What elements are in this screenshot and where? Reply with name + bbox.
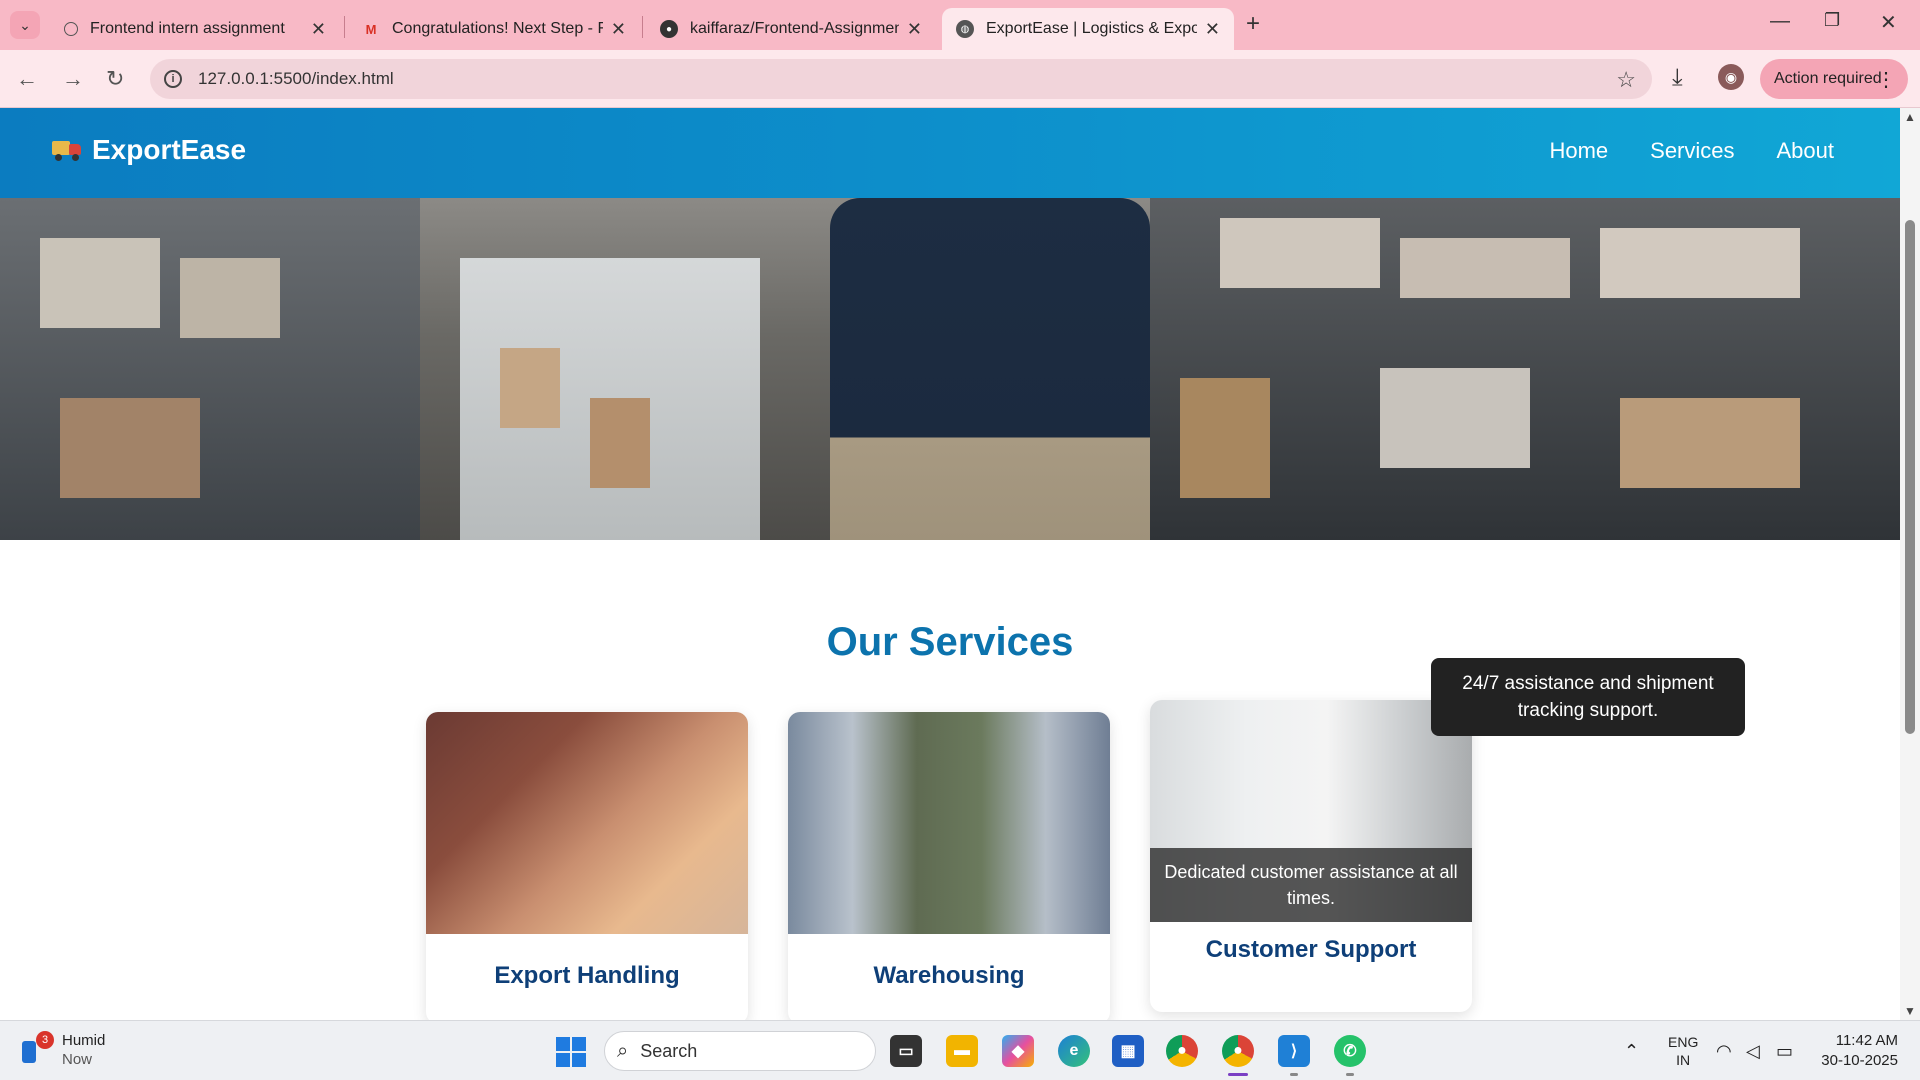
lang-bottom: IN [1676,1052,1691,1068]
chrome-profile-icon[interactable]: ● [1222,1035,1254,1067]
github-icon: ● [660,20,678,38]
taskbar-search-box[interactable]: ⌕ Search [604,1031,876,1071]
browser-tab-bar: ⌄ Frontend intern assignment ✕ M Congrat… [0,0,1920,50]
nav-home-link[interactable]: Home [1549,138,1608,164]
page-scrollbar[interactable]: ▲ ▼ [1900,108,1920,1020]
copilot-icon[interactable]: ◆ [1002,1035,1034,1067]
close-icon[interactable]: ✕ [611,19,626,40]
tab-separator [344,16,345,38]
bookmark-star-icon[interactable]: ☆ [1616,67,1636,93]
clock-time: 11:42 AM [1835,1032,1898,1049]
card-hover-overlay: Dedicated customer assistance at all tim… [1150,848,1472,922]
file-explorer-icon[interactable]: ▬ [946,1035,978,1067]
cargo-ship-image [426,712,748,934]
weather-label: Humid [62,1032,106,1049]
active-app-indicator [1228,1073,1248,1076]
volume-icon[interactable]: ◁ [1746,1041,1760,1062]
browser-toolbar: ← → ↻ i 127.0.0.1:5500/index.html ☆ ⤓ ◉ … [0,50,1920,108]
site-header: ExportEase Home Services About [0,108,1900,198]
card-title: Warehousing [873,962,1025,989]
truck-icon [52,139,82,161]
chatgpt-icon [64,22,78,36]
service-tooltip: 24/7 assistance and shipment tracking su… [1431,658,1745,736]
profile-avatar-icon[interactable]: ◉ [1718,64,1744,90]
warehouse-worker-image [788,712,1110,934]
scroll-down-icon[interactable]: ▼ [1904,1004,1916,1018]
app-indicator [1346,1073,1354,1076]
menu-dots-icon[interactable]: ⋮ [1876,67,1896,92]
address-bar[interactable]: i 127.0.0.1:5500/index.html ☆ [150,59,1652,99]
scroll-up-icon[interactable]: ▲ [1904,110,1916,124]
minimize-icon[interactable]: — [1770,10,1790,33]
nav-services-link[interactable]: Services [1650,138,1734,164]
tab-frontend-intern[interactable]: Frontend intern assignment ✕ [50,8,340,50]
card-title: Customer Support [1205,936,1417,963]
chevron-up-icon[interactable]: ⌃ [1624,1041,1639,1062]
weather-icon: 3 [22,1031,54,1065]
close-icon[interactable]: ✕ [907,19,922,40]
scrollbar-thumb[interactable] [1905,220,1915,734]
action-required-label: Action required [1774,70,1882,87]
tab-title: ExportEase | Logistics & Export [986,20,1197,37]
site-nav: Home Services About [1549,138,1834,164]
battery-icon[interactable]: ▭ [1776,1041,1793,1062]
windows-taskbar: 3 Humid Now ⌕ Search ▭ ▬ ◆ e ▦ ● ● ⟩ ✆ ⌃… [0,1020,1920,1080]
notification-badge: 3 [36,1031,54,1049]
gmail-icon: M [365,21,377,37]
service-card-support[interactable]: Dedicated customer assistance at all tim… [1150,700,1472,1012]
whatsapp-icon[interactable]: ✆ [1334,1035,1366,1067]
forward-icon[interactable]: → [62,66,84,92]
reload-icon[interactable]: ↻ [106,66,124,92]
site-info-icon[interactable]: i [164,70,182,88]
close-icon[interactable]: ✕ [311,19,326,40]
search-placeholder: Search [640,1040,698,1061]
system-clock[interactable]: 11:42 AM 30-10-2025 [1818,1031,1898,1071]
close-window-icon[interactable]: ✕ [1880,10,1897,35]
search-icon: ⌕ [617,1039,629,1062]
windows-start-icon[interactable] [556,1037,586,1067]
vscode-icon[interactable]: ⟩ [1278,1035,1310,1067]
tab-separator [642,16,643,38]
action-required-button[interactable]: Action required ⋮ [1760,59,1908,99]
new-tab-button[interactable]: + [1246,10,1260,38]
microsoft-store-icon[interactable]: ▦ [1112,1035,1144,1067]
tab-gmail[interactable]: M Congratulations! Next Step - Fr ✕ [348,8,640,50]
restore-icon[interactable]: ❐ [1824,10,1840,31]
close-icon[interactable]: ✕ [1205,19,1220,40]
tab-title: Frontend intern assignment [90,20,285,37]
tab-title: Congratulations! Next Step - Fr [392,20,603,37]
card-title: Export Handling [494,962,680,989]
hero-warehouse-image [0,198,1900,540]
service-card-export[interactable]: Export Handling [426,712,748,1020]
tab-title: kaiffaraz/Frontend-Assignment [690,20,899,37]
site-logo[interactable]: ExportEase [52,134,246,166]
weather-widget[interactable]: 3 Humid Now [22,1031,105,1069]
edge-icon[interactable]: e [1058,1035,1090,1067]
service-card-warehousing[interactable]: Warehousing [788,712,1110,1020]
task-view-icon[interactable]: ▭ [890,1035,922,1067]
back-icon[interactable]: ← [16,66,38,92]
language-indicator[interactable]: ENG IN [1668,1033,1698,1069]
download-icon[interactable]: ⤓ [1672,64,1683,92]
tab-search-button[interactable]: ⌄ [10,11,40,39]
url-text: 127.0.0.1:5500/index.html [198,69,394,88]
weather-sub: Now [62,1051,93,1068]
page-viewport: ExportEase Home Services About Our Servi… [0,108,1900,1020]
nav-about-link[interactable]: About [1777,138,1835,164]
chrome-icon[interactable]: ● [1166,1035,1198,1067]
brand-name: ExportEase [92,134,247,165]
globe-icon: ◍ [956,20,974,38]
wifi-icon[interactable]: ◠ [1716,1041,1732,1062]
lang-top: ENG [1668,1034,1699,1050]
app-indicator [1290,1073,1298,1076]
clock-date: 30-10-2025 [1821,1052,1898,1069]
tab-exportease[interactable]: ◍ ExportEase | Logistics & Export ✕ [942,8,1234,50]
tab-github[interactable]: ● kaiffaraz/Frontend-Assignment ✕ [646,8,936,50]
